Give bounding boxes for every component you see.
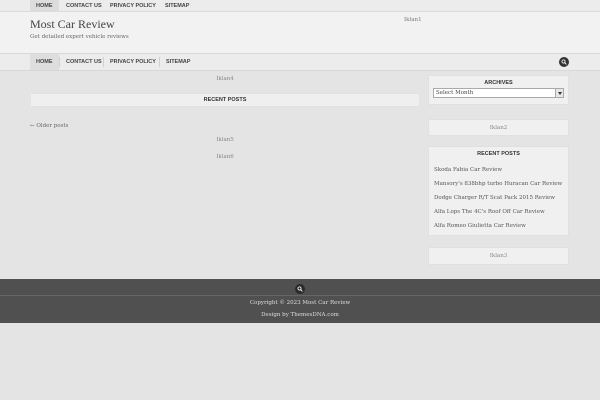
footer-design-credit[interactable]: Design by ThemesDNA.com — [0, 312, 600, 318]
sidebar-recent-posts: RECENT POSTS Skoda Fabia Car Review Mans… — [428, 146, 569, 236]
sidebar-recent-posts-title: RECENT POSTS — [477, 151, 520, 157]
archives-select[interactable]: Select Month — [433, 88, 564, 98]
recent-post-link[interactable]: Alfa Romeo Giulietta Car Review — [434, 223, 526, 229]
sidebar-ad-3-label: Iklan3 — [489, 253, 508, 259]
footer-search-button[interactable] — [295, 284, 305, 294]
site-header: Most Car Review Get detailed expert vehi… — [0, 12, 600, 53]
main-nav-home[interactable]: HOME — [30, 54, 59, 70]
sidebar-ad-2-label: Iklan2 — [489, 125, 508, 131]
content-ad-top: Iklan4 — [216, 76, 234, 82]
top-nav-sitemap[interactable]: SITEMAP — [159, 0, 195, 12]
recent-post-link[interactable]: Dodge Charger R/T Scat Pack 2015 Review — [434, 195, 555, 201]
main-nav-contact-us[interactable]: CONTACT US — [60, 54, 108, 70]
main-nav-sitemap[interactable]: SITEMAP — [160, 54, 196, 70]
main-nav-privacy-policy[interactable]: PRIVACY POLICY — [104, 54, 162, 70]
search-button[interactable] — [559, 57, 569, 67]
sidebar-ad-3: Iklan3 — [428, 247, 569, 265]
chevron-down-icon — [555, 89, 563, 97]
search-icon — [297, 286, 303, 292]
content-ad-bottom: Iklan6 — [216, 154, 234, 160]
archives-select-value: Select Month — [436, 90, 474, 96]
recent-post-link[interactable]: Skoda Fabia Car Review — [434, 167, 502, 173]
header-ad: Iklan1 — [404, 17, 422, 23]
search-icon — [561, 59, 567, 65]
recent-post-link[interactable]: Mansory's 838bhp turbo Huracan Car Revie… — [434, 181, 562, 187]
top-nav-home[interactable]: HOME — [30, 0, 59, 12]
content-ad-middle: Iklan5 — [216, 137, 234, 143]
sidebar-ad-2: Iklan2 — [428, 119, 569, 136]
top-nav-contact-us[interactable]: CONTACT US — [60, 0, 108, 12]
site-tagline: Get detailed expert vehicle reviews — [30, 34, 129, 40]
recent-posts-header: RECENT POSTS — [30, 93, 420, 107]
top-nav: HOME CONTACT US PRIVACY POLICY SITEMAP — [0, 0, 600, 12]
main-nav: HOME CONTACT US PRIVACY POLICY SITEMAP — [0, 53, 600, 71]
recent-posts-title: RECENT POSTS — [203, 97, 247, 103]
site-footer: Copyright © 2023 Most Car Review Design … — [0, 279, 600, 323]
footer-copyright: Copyright © 2023 Most Car Review — [249, 300, 351, 306]
top-nav-privacy-policy[interactable]: PRIVACY POLICY — [104, 0, 162, 12]
footer-divider — [0, 295, 600, 296]
older-posts-link[interactable]: ← Older posts — [30, 123, 68, 129]
recent-post-link[interactable]: Alfa Lops The 4C's Roof Off Car Review — [434, 209, 545, 215]
archives-widget: ARCHIVES Select Month — [428, 75, 569, 105]
site-title[interactable]: Most Car Review — [30, 17, 115, 32]
archives-title: ARCHIVES — [484, 80, 513, 86]
